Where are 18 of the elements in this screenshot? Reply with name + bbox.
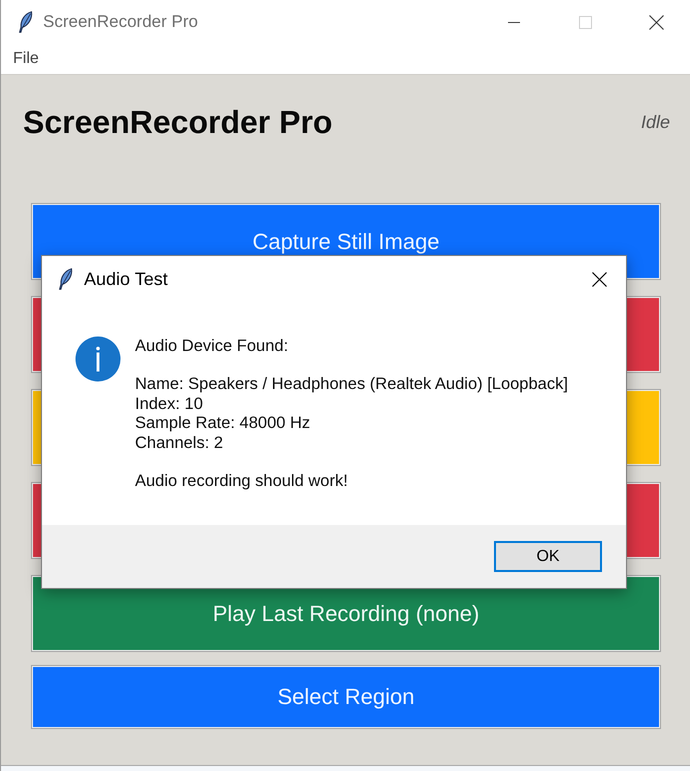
- action-button[interactable]: Select Region: [31, 665, 661, 729]
- message-line: Sample Rate: 48000 Hz: [135, 414, 310, 434]
- message-line: Channels: 2: [135, 434, 224, 454]
- info-icon: [75, 336, 121, 382]
- menu-item[interactable]: File: [7, 48, 45, 70]
- close-icon: [648, 14, 664, 30]
- maximize-icon: [578, 16, 592, 28]
- message-line: Name: Speakers / Headphones (Realtek Audio) [Loopback]: [135, 375, 568, 395]
- window-title: ScreenRecorder Pro: [43, 12, 198, 32]
- message-line: Index: 10: [135, 394, 203, 414]
- message-line: Audio recording should work!: [135, 472, 348, 492]
- app-title: ScreenRecorder Pro: [23, 104, 332, 141]
- close-icon: [592, 272, 606, 286]
- status-text: Idle: [640, 112, 670, 133]
- message-line: Audio Device Found:: [135, 337, 288, 356]
- feather-icon: [58, 268, 73, 290]
- feather-icon: [18, 11, 33, 33]
- ok-button[interactable]: OK: [494, 541, 602, 572]
